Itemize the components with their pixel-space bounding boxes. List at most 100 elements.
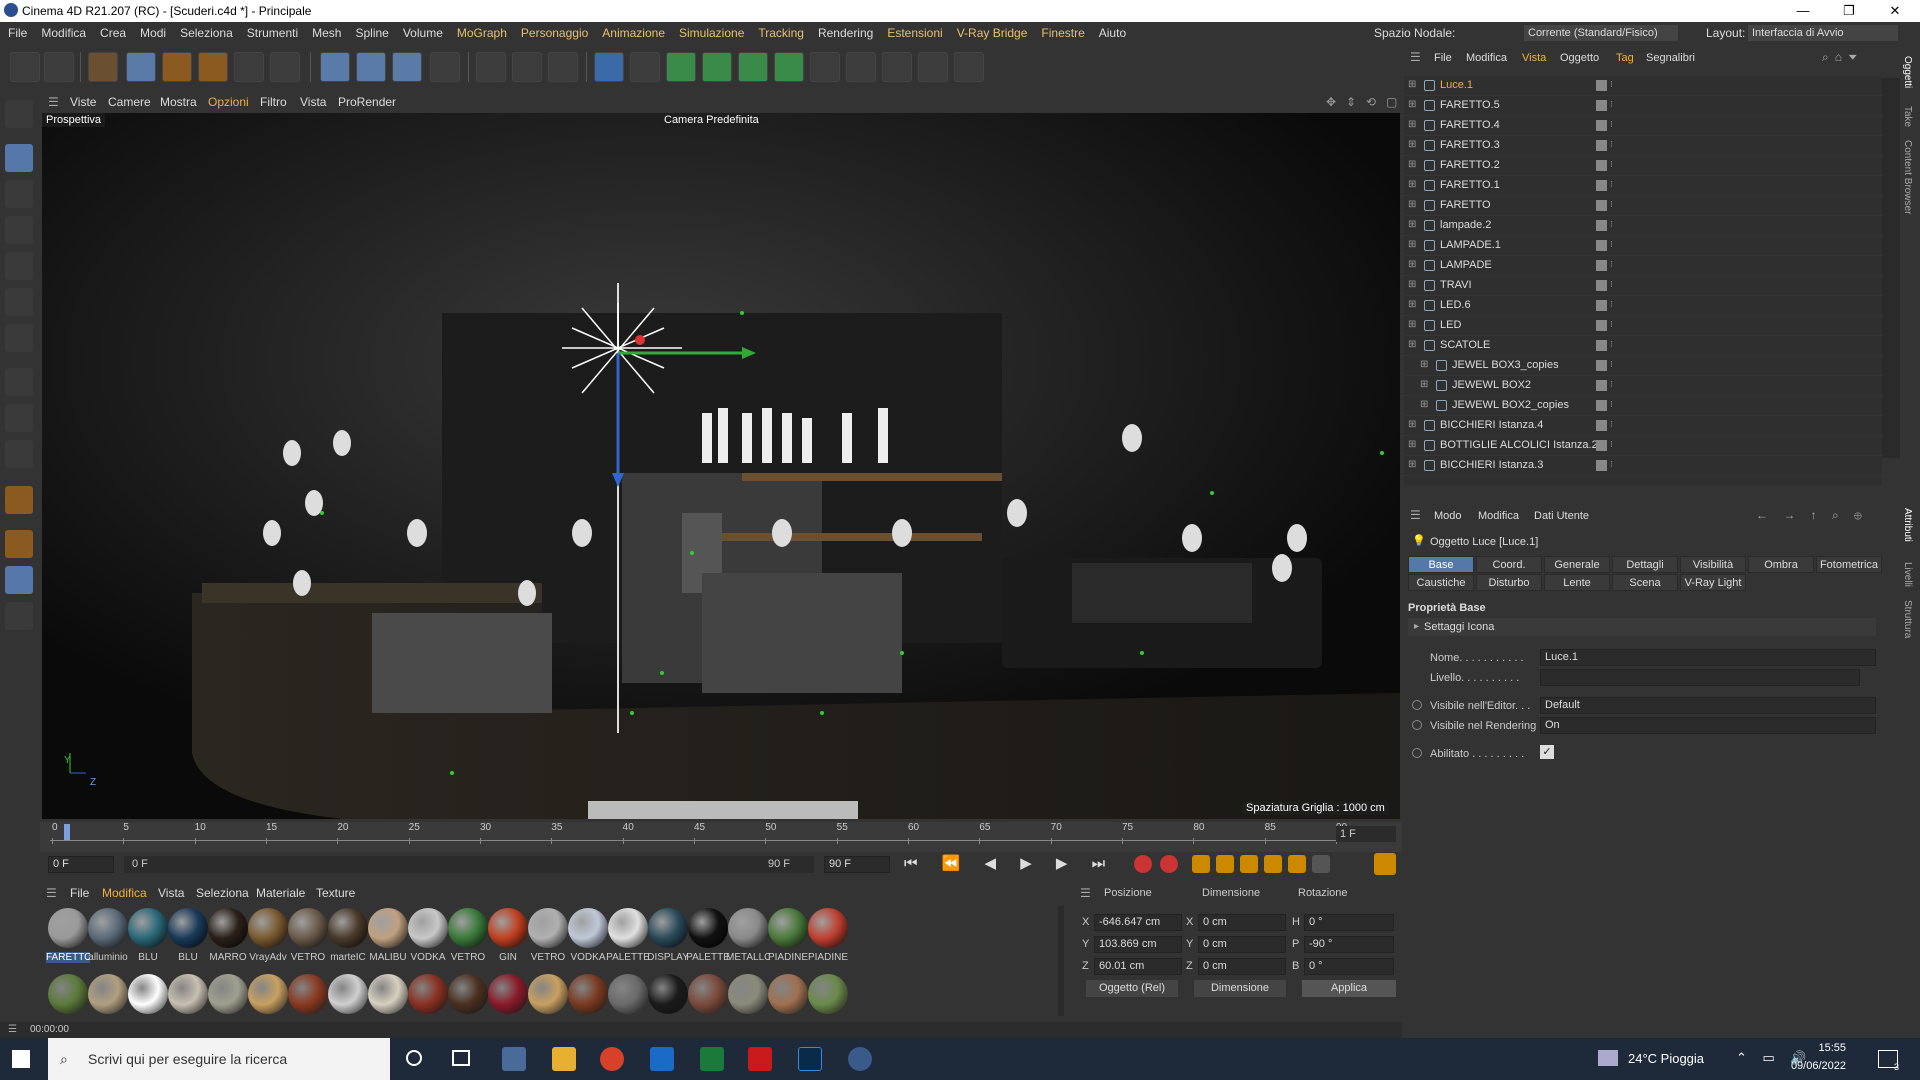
viewport-rotate-icon[interactable]: ⟲ [1366, 95, 1376, 109]
workplane-icon[interactable] [5, 486, 33, 514]
visibility-dots-icon[interactable]: ⁝ [1610, 359, 1613, 370]
material-swatch[interactable] [568, 908, 608, 948]
object-row[interactable]: ⊞ FARETTO.4 ⁝ [1404, 116, 1882, 136]
object-row[interactable]: ⊞ lampade.2 ⁝ [1404, 216, 1882, 236]
expand-icon[interactable]: ⊞ [1408, 139, 1416, 150]
material-swatch[interactable] [48, 974, 88, 1014]
attr-tab[interactable]: Ombra [1748, 556, 1814, 573]
layer-icon[interactable] [1596, 360, 1607, 371]
attr-menu-icon[interactable]: ☰ [1410, 508, 1421, 522]
material-swatch[interactable] [328, 908, 368, 948]
size-field[interactable]: 0 cm [1198, 914, 1286, 931]
menu-estensioni[interactable]: Estensioni [887, 26, 942, 40]
keyframe-selection-icon[interactable] [1192, 855, 1210, 873]
side-tab-livelli[interactable]: Livelli [1902, 562, 1913, 587]
menu-strumenti[interactable]: Strumenti [247, 26, 298, 40]
app-icon-1[interactable] [502, 1047, 526, 1071]
position-key-icon[interactable] [1216, 855, 1234, 873]
viewport-move-icon[interactable]: ✥ [1326, 95, 1336, 109]
material-swatch[interactable] [728, 908, 768, 948]
recent-tool-icon[interactable] [234, 52, 264, 82]
coord-menu-icon[interactable]: ☰ [1080, 886, 1091, 900]
minimize-button[interactable]: — [1780, 0, 1826, 22]
undo-icon[interactable] [10, 52, 40, 82]
material-swatch[interactable] [248, 974, 288, 1014]
task-view-icon[interactable] [452, 1050, 470, 1066]
material-swatch[interactable] [88, 974, 128, 1014]
cinema4d-taskbar-icon[interactable] [848, 1047, 872, 1071]
mat-menu-seleziona[interactable]: Seleziona [196, 886, 249, 900]
model-mode-icon[interactable] [5, 144, 33, 172]
object-row[interactable]: ⊞ BOTTIGLIE ALCOLICI Istanza.2 ⁝ [1404, 436, 1882, 456]
visibility-dots-icon[interactable]: ⁝ [1610, 419, 1613, 430]
menu-tracking[interactable]: Tracking [758, 26, 804, 40]
material-swatch[interactable] [568, 974, 608, 1014]
apply-button[interactable]: Applica [1302, 980, 1396, 997]
menu-animazione[interactable]: Animazione [602, 26, 665, 40]
attr-tab[interactable]: Lente [1544, 574, 1610, 591]
param-key-icon[interactable] [1288, 855, 1306, 873]
side-tab-content-browser[interactable]: Content Browser [1902, 140, 1913, 214]
expand-icon[interactable]: ⊞ [1408, 79, 1416, 90]
visibility-dots-icon[interactable]: ⁝ [1610, 179, 1613, 190]
material-swatch[interactable] [488, 974, 528, 1014]
visibility-dots-icon[interactable]: ⁝ [1610, 139, 1613, 150]
edges-mode-icon[interactable] [5, 252, 33, 280]
vis-render-anim-icon[interactable] [1412, 720, 1422, 730]
clock-time[interactable]: 15:55 [1786, 1042, 1846, 1054]
file-explorer-icon[interactable] [552, 1047, 576, 1071]
subdivision-icon[interactable] [666, 52, 696, 82]
deformer-icon[interactable] [810, 52, 840, 82]
layer-icon[interactable] [1596, 200, 1607, 211]
axis-mode-icon[interactable] [5, 324, 33, 352]
material-swatch[interactable] [608, 908, 648, 948]
expand-icon[interactable]: ⊞ [1408, 219, 1416, 230]
expand-icon[interactable]: ⊞ [1420, 399, 1428, 410]
material-swatch[interactable] [368, 908, 408, 948]
size-field[interactable]: 0 cm [1198, 936, 1286, 953]
menu-mograph[interactable]: MoGraph [457, 26, 507, 40]
pen-spline-icon[interactable] [630, 52, 660, 82]
visibility-dots-icon[interactable]: ⁝ [1610, 79, 1613, 90]
pla-key-icon[interactable] [1312, 855, 1330, 873]
position-field[interactable]: -646.647 cm [1094, 914, 1182, 931]
cortana-icon[interactable] [406, 1050, 422, 1066]
expand-icon[interactable]: ⊞ [1420, 359, 1428, 370]
layer-icon[interactable] [1596, 340, 1607, 351]
visibility-dots-icon[interactable]: ⁝ [1610, 379, 1613, 390]
obj-menu-vista[interactable]: Vista [1522, 52, 1546, 64]
make-editable-icon[interactable] [5, 100, 33, 128]
object-row[interactable]: ⊞ BICCHIERI Istanza.3 ⁝ [1404, 456, 1882, 476]
points-mode-icon[interactable] [5, 216, 33, 244]
light-icon[interactable] [954, 52, 984, 82]
record-icon[interactable] [1134, 855, 1152, 873]
symmetry-icon[interactable] [5, 602, 33, 630]
layout-select[interactable]: Interfaccia di Avvio [1748, 25, 1898, 41]
rotation-field[interactable]: 0 ° [1304, 958, 1394, 975]
viewport-dolly-icon[interactable]: ⇕ [1346, 95, 1356, 109]
expand-icon[interactable]: ⊞ [1408, 419, 1416, 430]
locked-workplane-icon[interactable] [5, 566, 33, 594]
attr-menu-modifica[interactable]: Modifica [1478, 510, 1519, 522]
layer-icon[interactable] [1596, 300, 1607, 311]
object-row[interactable]: ⊞ SCATOLE ⁝ [1404, 336, 1882, 356]
material-swatch[interactable] [648, 974, 688, 1014]
weather-text[interactable]: 24°C Pioggia [1628, 1051, 1704, 1066]
polygons-mode-icon[interactable] [5, 288, 33, 316]
attr-tab[interactable]: Visibilità [1680, 556, 1746, 573]
material-swatch[interactable] [128, 974, 168, 1014]
layer-icon[interactable] [1596, 320, 1607, 331]
attr-menu-modo[interactable]: Modo [1434, 510, 1462, 522]
side-tab-struttura[interactable]: Struttura [1902, 600, 1913, 638]
attr-tab[interactable]: Dettagli [1612, 556, 1678, 573]
mat-menu-modifica[interactable]: Modifica [102, 886, 147, 900]
menu-modifica[interactable]: Modifica [41, 26, 86, 40]
expand-icon[interactable]: ⊞ [1408, 259, 1416, 270]
enabled-checkbox[interactable]: ✓ [1540, 745, 1554, 759]
size-field[interactable]: 0 cm [1198, 958, 1286, 975]
scale-key-icon[interactable] [1240, 855, 1258, 873]
menu-v-ray-bridge[interactable]: V-Ray Bridge [957, 26, 1028, 40]
transform-icon[interactable] [270, 52, 300, 82]
material-swatch[interactable] [808, 908, 848, 948]
layer-icon[interactable] [1596, 160, 1607, 171]
